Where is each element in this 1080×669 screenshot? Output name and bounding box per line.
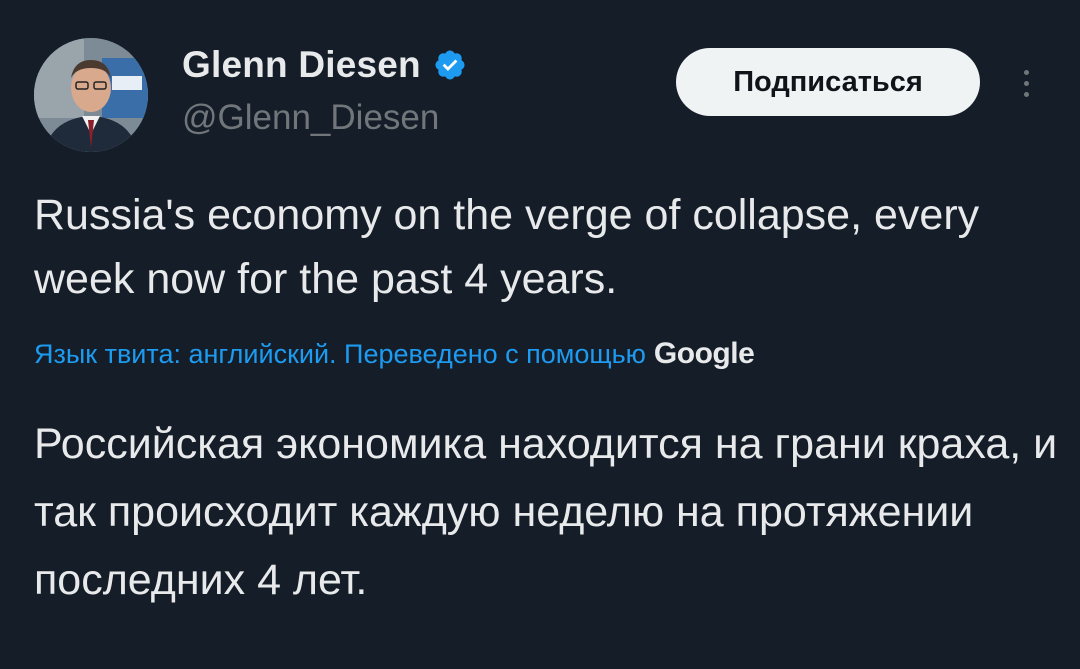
more-dot <box>1023 69 1029 75</box>
google-logo: Google <box>653 337 755 370</box>
author-display-name[interactable]: Glenn Diesen <box>182 44 421 86</box>
tweet-text: Russia's economy on the verge of collaps… <box>34 191 980 303</box>
avatar[interactable] <box>34 38 148 152</box>
more-dot <box>1023 80 1029 86</box>
translation-meta[interactable]: Язык твита: английский. Переведено с пом… <box>34 337 755 371</box>
author-handle[interactable]: @Glenn_Diesen <box>182 98 439 138</box>
translation-meta-label: Язык твита: английский. Переведено с пом… <box>34 339 646 369</box>
profile-photo <box>34 38 148 152</box>
verified-badge-icon <box>433 48 467 82</box>
more-vertical-icon[interactable] <box>1006 60 1046 106</box>
follow-button[interactable]: Подписаться <box>676 48 980 116</box>
tweet-card: Glenn Diesen @Glenn_Diesen Подписаться R… <box>0 0 1080 669</box>
translated-text: Российская экономика находится на грани … <box>34 420 1058 604</box>
more-dot <box>1023 91 1029 97</box>
author-name-row: Glenn Diesen <box>182 44 467 86</box>
